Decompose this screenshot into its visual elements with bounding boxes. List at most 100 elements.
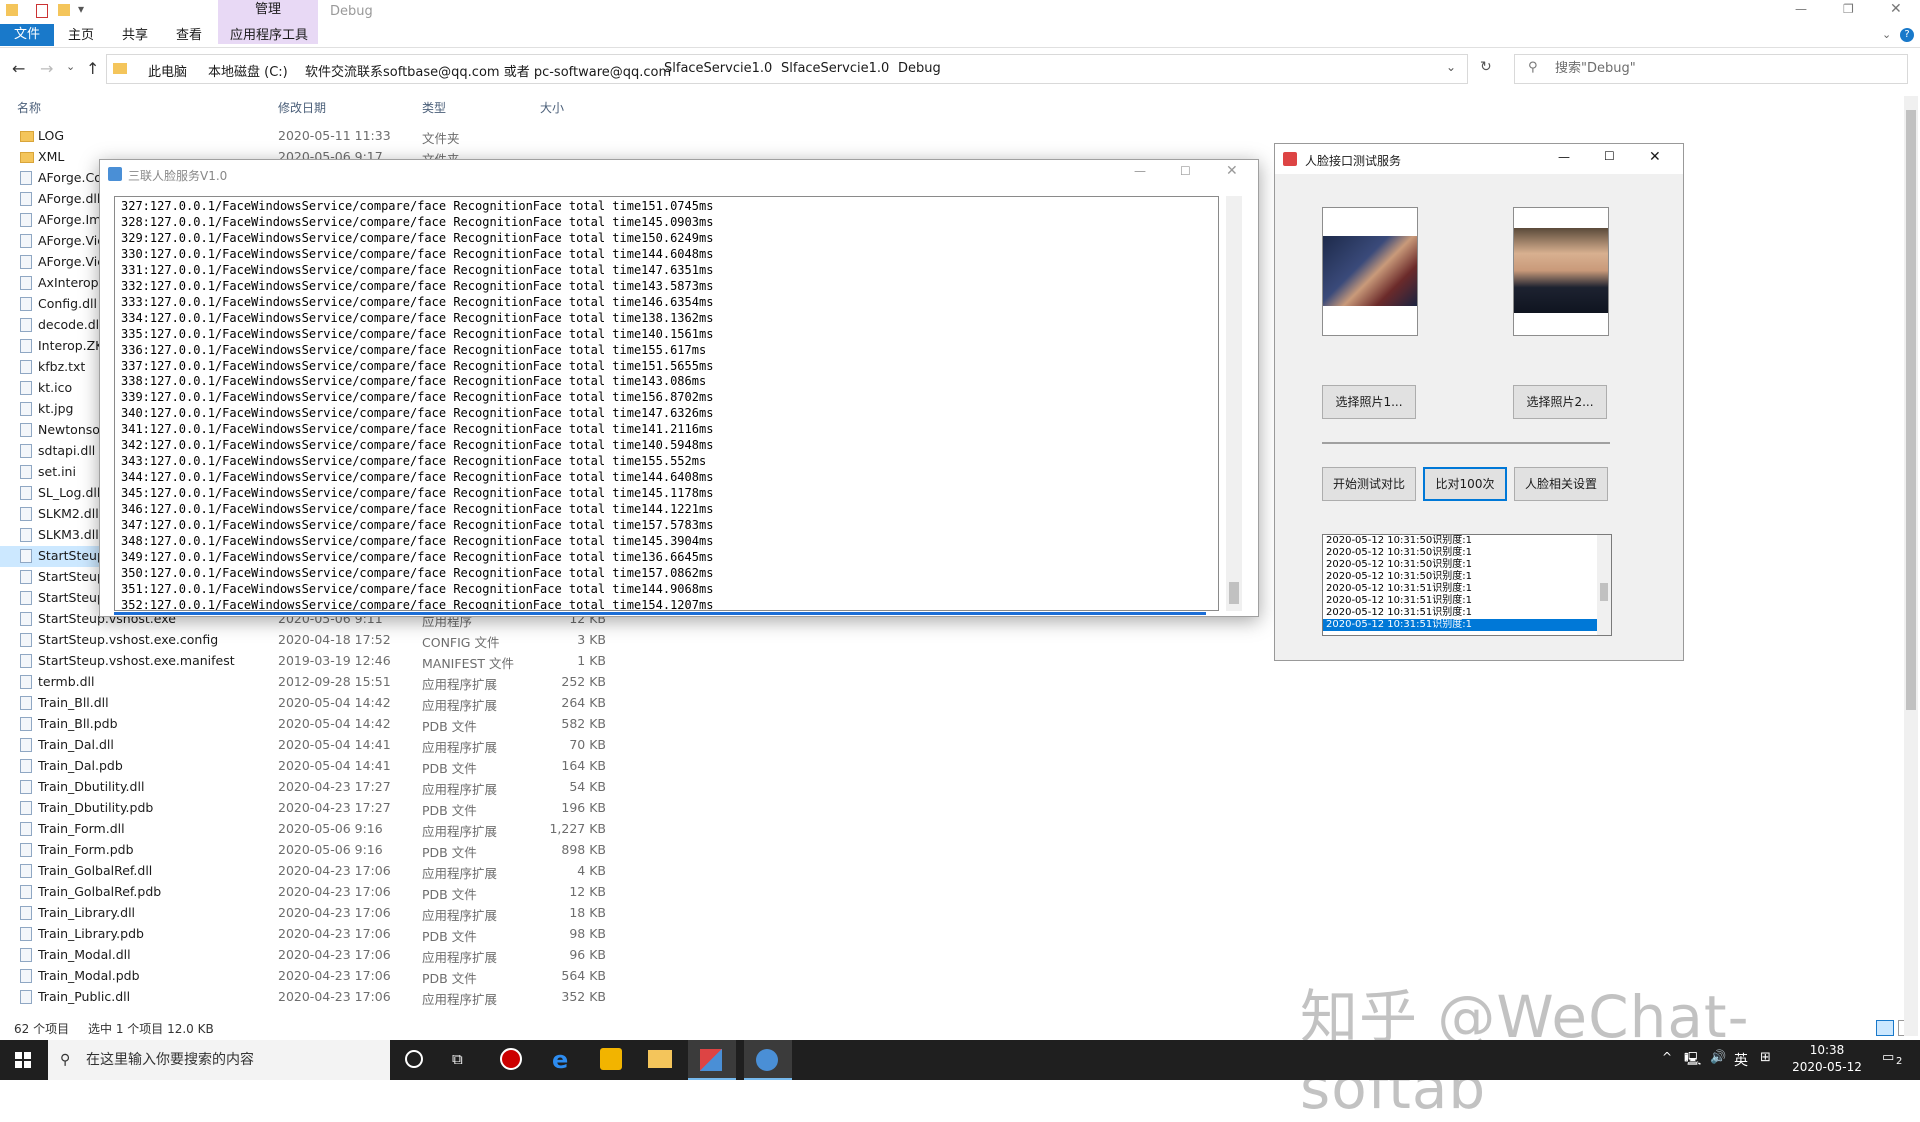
maximize-button[interactable]: ❐ — [1843, 2, 1854, 16]
file-row[interactable]: Train_Library.dll 2020-04-23 17:06 应用程序扩展 1… — [0, 903, 650, 924]
minimize-button[interactable]: — — [1134, 164, 1146, 178]
result-list-item[interactable]: 2020-05-12 10:31:50识别度:1 — [1323, 571, 1611, 583]
breadcrumb-this-pc[interactable]: 此电脑 — [148, 61, 187, 80]
file-row[interactable]: Train_Bll.dll 2020-05-04 14:42 应用程序扩展 264 K… — [0, 693, 650, 714]
tab-app-tools[interactable]: 应用程序工具 — [230, 26, 308, 46]
result-list-item[interactable]: 2020-05-12 10:31:51识别度:1 — [1323, 583, 1611, 595]
new-folder-icon[interactable] — [58, 4, 70, 16]
notification-center-icon[interactable]: ▭ — [1882, 1050, 1894, 1065]
file-row[interactable]: Train_Modal.pdb 2020-04-23 17:06 PDB 文件 564… — [0, 966, 650, 987]
taskbar-search-box[interactable]: ⚲ 在这里输入你要搜索的内容 — [48, 1040, 390, 1080]
tab-home[interactable]: 主页 — [68, 26, 94, 46]
log-line: 346:127.0.0.1/FaceWindowsService/compare… — [121, 502, 714, 517]
ime-indicator[interactable]: 英 — [1734, 1050, 1748, 1070]
edge-icon[interactable]: e — [552, 1046, 568, 1074]
file-row[interactable]: Train_Form.dll 2020-05-06 9:16 应用程序扩展 1,227… — [0, 819, 650, 840]
file-row[interactable]: Train_Dal.pdb 2020-05-04 14:41 PDB 文件 164 K… — [0, 756, 650, 777]
vertical-scrollbar[interactable] — [1904, 96, 1918, 1036]
close-button[interactable]: ✕ — [1649, 149, 1661, 165]
console-log-textbox[interactable]: 327:127.0.0.1/FaceWindowsService/compare… — [114, 196, 1219, 611]
network-icon[interactable]: 🖳 — [1684, 1050, 1701, 1072]
breadcrumb-folder-2[interactable]: SlfaceServcie1.0 — [664, 61, 772, 76]
breadcrumb-debug[interactable]: Debug — [898, 61, 941, 76]
cortana-icon[interactable] — [405, 1050, 423, 1068]
close-button[interactable]: ✕ — [1226, 163, 1238, 179]
maximize-button[interactable]: ☐ — [1180, 164, 1191, 178]
app-icon-yellow[interactable] — [600, 1048, 622, 1070]
result-list-item[interactable]: 2020-05-12 10:31:51识别度:1 — [1323, 607, 1611, 619]
column-name[interactable]: 名称 — [17, 99, 41, 116]
tab-share[interactable]: 共享 — [122, 26, 148, 46]
up-arrow-icon[interactable]: ↑ — [86, 59, 99, 78]
file-row[interactable]: Train_Form.pdb 2020-05-06 9:16 PDB 文件 898 K… — [0, 840, 650, 861]
scrollbar-thumb[interactable] — [1906, 110, 1916, 710]
help-icon[interactable]: ? — [1900, 28, 1914, 42]
file-name: Train_Bll.pdb — [38, 716, 118, 731]
select-photo-2-button[interactable]: 选择照片2... — [1513, 385, 1607, 419]
result-list-item[interactable]: 2020-05-12 10:31:50识别度:1 — [1323, 547, 1611, 559]
tab-file[interactable]: 文件 — [0, 24, 54, 46]
ime-mode-icon[interactable]: ⊞ — [1760, 1050, 1771, 1065]
file-row[interactable]: Train_Dal.dll 2020-05-04 14:41 应用程序扩展 70 KB — [0, 735, 650, 756]
file-row[interactable]: Train_GolbalRef.pdb 2020-04-23 17:06 PDB 文… — [0, 882, 650, 903]
expand-ribbon-icon[interactable]: ⌄ — [1882, 28, 1891, 41]
file-row[interactable]: Train_GolbalRef.dll 2020-04-23 17:06 应用程序扩… — [0, 861, 650, 882]
active-app-slot[interactable] — [688, 1040, 736, 1080]
column-type[interactable]: 类型 — [422, 99, 446, 116]
file-type: 应用程序扩展 — [422, 740, 498, 755]
compare-100-button[interactable]: 比对100次 — [1423, 467, 1507, 501]
file-row[interactable]: Train_Bll.pdb 2020-05-04 14:42 PDB 文件 582 K… — [0, 714, 650, 735]
console-scrollbar[interactable] — [1226, 196, 1242, 611]
result-list-item[interactable]: 2020-05-12 10:31:50识别度:1 — [1323, 559, 1611, 571]
chevron-down-icon[interactable]: ▾ — [78, 2, 84, 16]
active-app-slot-2[interactable] — [744, 1040, 792, 1080]
select-photo-1-button[interactable]: 选择照片1... — [1322, 385, 1416, 419]
result-list-item[interactable]: 2020-05-12 10:31:51识别度:1 — [1323, 619, 1611, 631]
file-row[interactable]: Train_Library.pdb 2020-04-23 17:06 PDB 文件 9… — [0, 924, 650, 945]
maximize-button[interactable]: ☐ — [1604, 149, 1615, 163]
results-listbox[interactable]: 2020-05-12 10:31:50识别度:1 2020-05-12 10:31… — [1322, 534, 1612, 636]
close-button[interactable]: ✕ — [1890, 1, 1902, 17]
results-scrollbar[interactable] — [1597, 535, 1611, 635]
file-name: Interop.ZK — [38, 338, 104, 353]
start-button[interactable] — [15, 1052, 31, 1068]
file-row[interactable]: Train_Public.dll 2020-04-23 17:06 应用程序扩展 35… — [0, 987, 650, 1008]
file-date: 2020-04-23 17:27 — [278, 800, 391, 815]
tab-view[interactable]: 查看 — [176, 26, 202, 46]
back-arrow-icon[interactable]: ← — [12, 59, 25, 78]
properties-icon[interactable] — [36, 4, 48, 18]
file-row[interactable]: StartSteup.vshost.exe.manifest 2019-03-19… — [0, 651, 650, 672]
file-row[interactable]: StartSteup.vshost.exe.config 2020-04-18 1… — [0, 630, 650, 651]
column-date[interactable]: 修改日期 — [278, 99, 326, 116]
minimize-button[interactable]: — — [1558, 150, 1570, 164]
minimize-button[interactable]: — — [1795, 2, 1807, 16]
results-scrollbar-thumb[interactable] — [1600, 583, 1608, 601]
result-list-item[interactable]: 2020-05-12 10:31:51识别度:1 — [1323, 595, 1611, 607]
refresh-icon[interactable]: ↻ — [1480, 59, 1492, 75]
file-icon — [20, 381, 32, 395]
address-dropdown-icon[interactable]: ⌄ — [1446, 60, 1456, 74]
forward-arrow-icon[interactable]: → — [40, 59, 53, 78]
result-list-item[interactable]: 2020-05-12 10:31:50识别度:1 — [1323, 535, 1611, 547]
show-hidden-icons-icon[interactable]: ^ — [1662, 1050, 1672, 1064]
breadcrumb-local-disk[interactable]: 本地磁盘 (C:) — [208, 61, 288, 80]
recent-locations-icon[interactable]: ⌄ — [66, 60, 75, 73]
breadcrumb-folder-3[interactable]: SlfaceServcie1.0 — [781, 61, 889, 76]
file-row[interactable]: termb.dll 2012-09-28 15:51 应用程序扩展 252 KB — [0, 672, 650, 693]
search-input[interactable]: 搜索"Debug" — [1514, 54, 1908, 84]
file-explorer-icon[interactable] — [648, 1050, 672, 1068]
file-row[interactable]: Train_Modal.dll 2020-04-23 17:06 应用程序扩展 96 … — [0, 945, 650, 966]
console-scrollbar-thumb[interactable] — [1229, 582, 1239, 604]
record-app-icon[interactable] — [500, 1048, 522, 1070]
volume-icon[interactable]: 🔊 — [1710, 1050, 1726, 1065]
breadcrumb-folder-1[interactable]: 软件交流联系softbase@qq.com 或者 pc-software@qq.… — [305, 61, 671, 80]
folder-row[interactable]: LOG 2020-05-11 11:33 文件夹 — [0, 126, 650, 147]
clock-date[interactable]: 2020-05-12 — [1792, 1060, 1862, 1074]
file-row[interactable]: Train_Dbutility.pdb 2020-04-23 17:27 PDB 文… — [0, 798, 650, 819]
file-row[interactable]: Train_Dbutility.dll 2020-04-23 17:27 应用程序扩… — [0, 777, 650, 798]
clock-time[interactable]: 10:38 — [1792, 1043, 1862, 1057]
face-settings-button[interactable]: 人脸相关设置 — [1514, 467, 1608, 501]
column-size[interactable]: 大小 — [540, 99, 564, 116]
task-view-icon[interactable]: ⧉ — [452, 1050, 463, 1068]
start-compare-button[interactable]: 开始测试对比 — [1322, 467, 1416, 501]
